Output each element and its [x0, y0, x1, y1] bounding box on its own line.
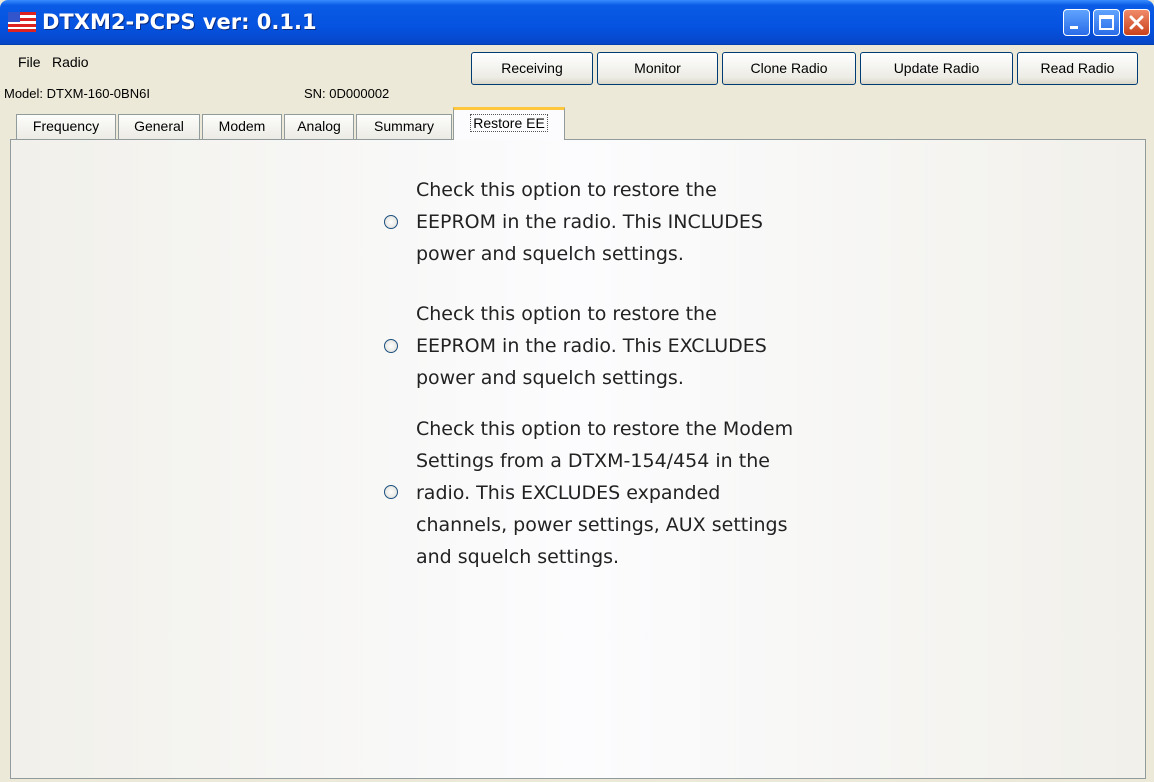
menu-radio[interactable]: Radio — [52, 54, 89, 70]
radio-restore-modem[interactable] — [384, 485, 398, 499]
restore-option-includes[interactable]: Check this option to restore the EEPROM … — [384, 174, 844, 270]
flag-icon — [8, 12, 36, 32]
serial-number-label: SN: 0D000002 — [304, 86, 390, 101]
receiving-button[interactable]: Receiving — [471, 52, 593, 85]
tab-summary[interactable]: Summary — [356, 114, 452, 139]
option-text: Check this option to restore the Modem S… — [416, 418, 794, 568]
read-radio-button[interactable]: Read Radio — [1017, 52, 1138, 85]
monitor-button[interactable]: Monitor — [597, 52, 718, 85]
maximize-icon — [1099, 15, 1114, 30]
close-button[interactable] — [1123, 9, 1150, 36]
option-text: Check this option to restore the EEPROM … — [416, 303, 767, 389]
tab-modem[interactable]: Modem — [202, 114, 282, 139]
radio-restore-excludes[interactable] — [384, 339, 398, 353]
maximize-button[interactable] — [1093, 9, 1120, 36]
model-label: Model: DTXM-160-0BN6I — [4, 86, 150, 101]
close-icon — [1129, 15, 1144, 30]
option-text: Check this option to restore the EEPROM … — [416, 179, 763, 265]
tab-restore-ee[interactable]: Restore EE — [453, 107, 565, 140]
minimize-icon — [1070, 26, 1078, 29]
update-radio-button[interactable]: Update Radio — [860, 52, 1013, 85]
app-window: DTXM2-PCPS ver: 0.1.1 File Radio Receivi… — [0, 0, 1154, 782]
restore-option-modem[interactable]: Check this option to restore the Modem S… — [384, 413, 844, 573]
minimize-button[interactable] — [1063, 9, 1090, 36]
restore-option-excludes[interactable]: Check this option to restore the EEPROM … — [384, 298, 844, 394]
clone-radio-button[interactable]: Clone Radio — [722, 52, 856, 85]
tab-restore-ee-label: Restore EE — [470, 114, 548, 132]
radio-restore-includes[interactable] — [384, 215, 398, 229]
title-bar[interactable]: DTXM2-PCPS ver: 0.1.1 — [0, 0, 1154, 45]
tab-general[interactable]: General — [118, 114, 200, 139]
window-title: DTXM2-PCPS ver: 0.1.1 — [42, 10, 317, 34]
menu-file[interactable]: File — [18, 54, 41, 70]
tab-frequency[interactable]: Frequency — [16, 114, 116, 139]
restore-ee-panel: Check this option to restore the EEPROM … — [10, 139, 1146, 779]
tab-analog[interactable]: Analog — [284, 114, 354, 139]
